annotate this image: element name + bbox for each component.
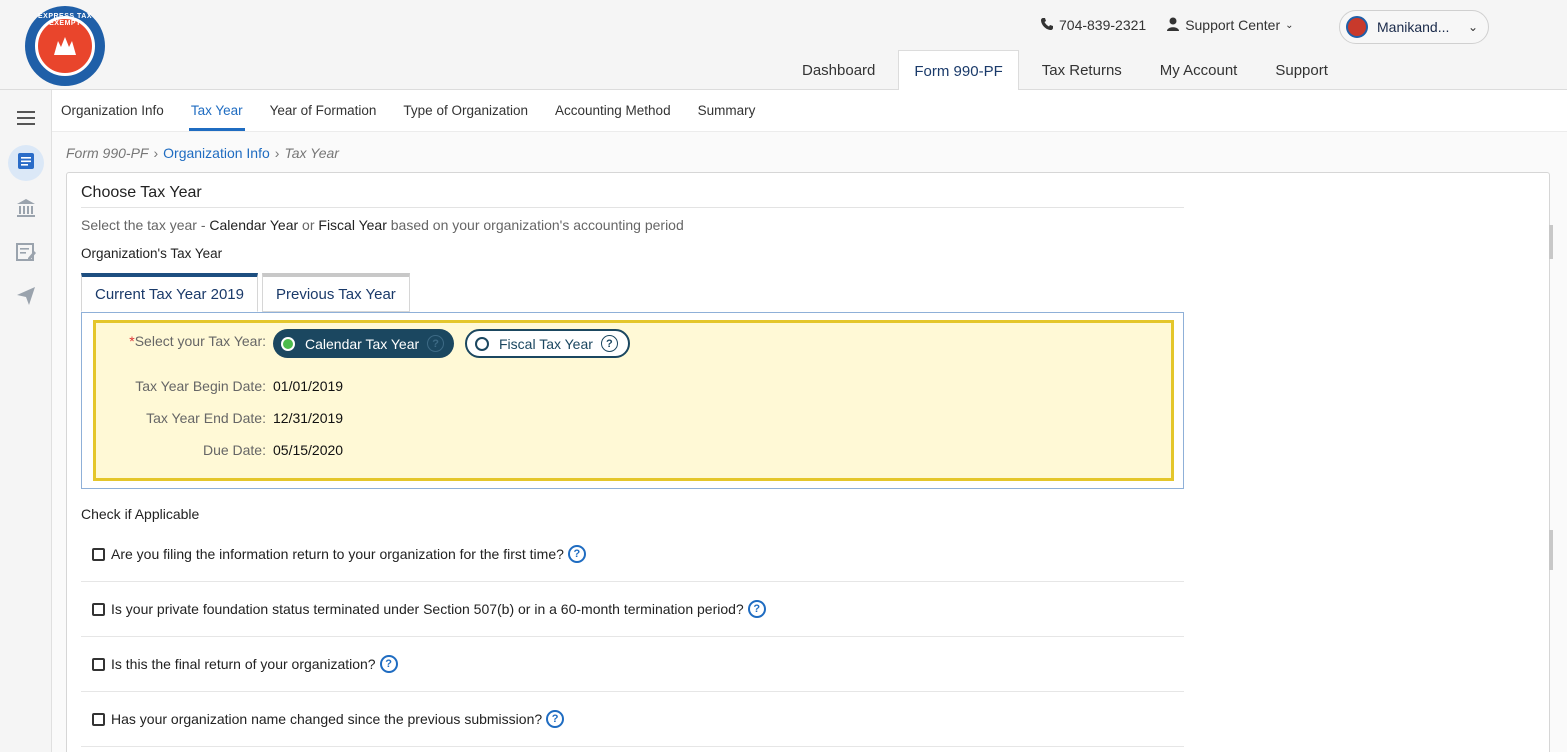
end-date-value: 12/31/2019 <box>273 410 344 426</box>
calendar-tax-year-label: Calendar Tax Year <box>305 335 420 352</box>
scrollbar-thumb[interactable] <box>1549 225 1553 259</box>
bank-building-icon <box>16 198 36 223</box>
nav-dashboard[interactable]: Dashboard <box>787 50 890 90</box>
user-menu[interactable]: Manikand... ⌄ <box>1339 10 1489 44</box>
terminated-status-checkbox[interactable] <box>92 602 105 616</box>
check-name-changed: Has your organization name changed since… <box>81 692 1184 747</box>
left-sidebar <box>0 90 52 752</box>
phone-number: 704-839-2321 <box>1059 17 1147 33</box>
help-icon[interactable]: ? <box>379 655 398 673</box>
select-tax-year-text: Select your Tax Year: <box>134 333 266 349</box>
chevron-down-icon: ⌄ <box>1467 20 1478 34</box>
scrollbar-thumb[interactable] <box>1549 530 1553 570</box>
fiscal-tax-year-radio[interactable]: Fiscal Tax Year ? <box>465 329 630 358</box>
step-accounting-method[interactable]: Accounting Method <box>555 90 671 131</box>
breadcrumb-separator: › <box>274 145 280 161</box>
help-icon[interactable]: ? <box>427 335 445 352</box>
help-icon[interactable]: ? <box>567 545 586 563</box>
tax-year-panel: Choose Tax Year Select the tax year - Ca… <box>66 172 1550 752</box>
final-return-checkbox[interactable] <box>92 657 105 671</box>
breadcrumb-organization-info-link[interactable]: Organization Info <box>163 145 270 161</box>
desc-fiscal-year: Fiscal Year <box>318 217 387 233</box>
org-tax-year-label: Organization's Tax Year <box>81 246 223 261</box>
support-center-label: Support Center <box>1185 17 1281 33</box>
nav-tax-returns[interactable]: Tax Returns <box>1027 50 1137 90</box>
step-organization-info[interactable]: Organization Info <box>61 90 164 131</box>
breadcrumb-separator: › <box>153 145 159 161</box>
support-center-dropdown[interactable]: Support Center ⌄ <box>1166 16 1294 34</box>
radio-unselected-icon <box>475 336 489 351</box>
tax-year-tabs: Current Tax Year 2019 Previous Tax Year <box>81 273 410 312</box>
tax-year-description: Select the tax year - Calendar Year or F… <box>81 217 684 233</box>
desc-calendar-year: Calendar Year <box>209 217 299 233</box>
sidebar-item-transmit[interactable] <box>14 286 38 310</box>
first-time-checkbox[interactable] <box>92 547 105 561</box>
nav-form-990-pf[interactable]: Form 990-PF <box>898 50 1019 91</box>
phone-icon <box>1040 17 1054 34</box>
help-icon[interactable]: ? <box>600 335 618 352</box>
divider <box>81 207 1184 208</box>
tab-previous-tax-year[interactable]: Previous Tax Year <box>262 273 410 312</box>
help-icon[interactable]: ? <box>546 710 565 728</box>
support-agent-icon <box>1166 16 1180 34</box>
nav-support[interactable]: Support <box>1260 50 1343 90</box>
calendar-tax-year-radio[interactable]: Calendar Tax Year ? <box>273 329 455 358</box>
step-summary[interactable]: Summary <box>698 90 756 131</box>
begin-date-label: Tax Year Begin Date: <box>135 378 266 394</box>
check-first-time-filing: Are you filing the information return to… <box>81 527 1184 582</box>
user-name: Manikand... <box>1377 19 1450 35</box>
end-date-label: Tax Year End Date: <box>146 410 266 426</box>
check-final-return: Is this the final return of your organiz… <box>81 637 1184 692</box>
form-icon <box>16 151 36 176</box>
check-label: Has your organization name changed since… <box>111 711 543 727</box>
nav-my-account[interactable]: My Account <box>1145 50 1253 90</box>
main-nav: Dashboard Form 990-PF Tax Returns My Acc… <box>787 50 1351 91</box>
express-tax-exempt-logo[interactable]: EXPRESS TAX EXEMPT <box>25 6 105 86</box>
avatar <box>1346 16 1368 38</box>
sidebar-item-returns[interactable] <box>14 242 38 266</box>
check-label: Are you filing the information return to… <box>111 546 564 562</box>
step-type-of-organization[interactable]: Type of Organization <box>403 90 528 131</box>
breadcrumb-root: Form 990-PF <box>66 145 149 161</box>
app-header: EXPRESS TAX EXEMPT 704-839-2321 Support … <box>0 0 1567 91</box>
tab-current-tax-year[interactable]: Current Tax Year 2019 <box>81 273 258 312</box>
hamburger-menu-icon[interactable] <box>14 106 38 130</box>
check-status-terminated: Is your private foundation status termin… <box>81 582 1184 637</box>
desc-text: based on your organization's accounting … <box>386 217 684 233</box>
name-changed-checkbox[interactable] <box>92 712 105 726</box>
tax-year-selection-box: *Select your Tax Year: Calendar Tax Year… <box>93 320 1174 481</box>
top-utility-bar: 704-839-2321 Support Center ⌄ <box>1040 16 1294 34</box>
breadcrumb-current: Tax Year <box>284 145 339 161</box>
fiscal-tax-year-label: Fiscal Tax Year <box>499 335 593 352</box>
sidebar-item-organization[interactable] <box>14 198 38 222</box>
send-plane-icon <box>16 286 36 311</box>
desc-text: or <box>298 217 319 233</box>
check-label: Is your private foundation status termin… <box>111 601 744 617</box>
sidebar-item-forms[interactable] <box>8 145 44 181</box>
chevron-down-icon: ⌄ <box>1285 19 1294 31</box>
step-tax-year[interactable]: Tax Year <box>188 90 245 131</box>
logo-text: EXPRESS TAX EXEMPT <box>38 13 92 27</box>
form-step-tabs: Organization Info Tax Year Year of Forma… <box>52 90 1567 132</box>
check-label: Is this the final return of your organiz… <box>111 656 376 672</box>
due-date-value: 05/15/2020 <box>273 442 344 458</box>
edit-document-icon <box>16 242 36 267</box>
due-date-label: Due Date: <box>202 442 266 458</box>
check-if-applicable-title: Check if Applicable <box>81 506 200 522</box>
phone-link[interactable]: 704-839-2321 <box>1040 17 1146 34</box>
page-title: Choose Tax Year <box>81 184 202 201</box>
desc-text: Select the tax year - <box>81 217 210 233</box>
step-year-of-formation[interactable]: Year of Formation <box>270 90 377 131</box>
select-tax-year-label: *Select your Tax Year: <box>96 333 266 349</box>
breadcrumb: Form 990-PF › Organization Info › Tax Ye… <box>66 145 339 161</box>
radio-selected-icon <box>281 336 295 351</box>
begin-date-value: 01/01/2019 <box>273 378 344 394</box>
current-tax-year-pane: *Select your Tax Year: Calendar Tax Year… <box>81 312 1184 489</box>
help-icon[interactable]: ? <box>747 600 766 618</box>
